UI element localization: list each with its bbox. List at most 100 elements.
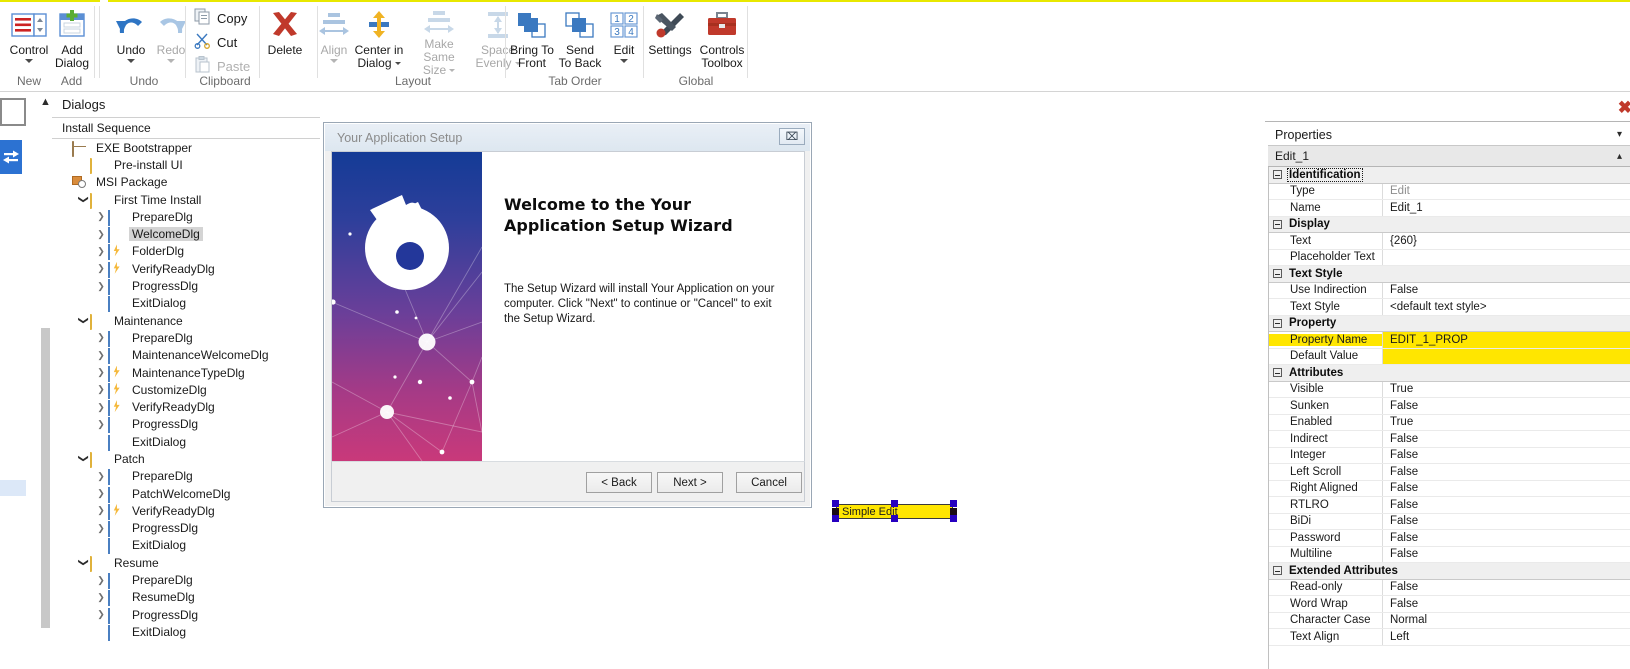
collapse-toggle-icon[interactable] — [1273, 566, 1282, 575]
property-value[interactable]: EDIT_1_PROP — [1382, 332, 1630, 348]
property-value[interactable] — [1382, 349, 1630, 365]
resize-handle-bottom-right[interactable] — [950, 515, 957, 522]
panel-left-scroll-column[interactable]: ▲ — [38, 92, 52, 669]
property-category-identification[interactable]: Identification — [1269, 167, 1630, 184]
copy-button[interactable]: Copy — [192, 6, 247, 30]
property-value[interactable]: {260} — [1382, 233, 1630, 249]
tree-item-resumedlg[interactable]: ❯ResumeDlg — [52, 589, 320, 606]
resize-handle-middle-right[interactable] — [950, 508, 957, 515]
tree-item-customizedlg[interactable]: ❯CustomizeDlg — [52, 381, 320, 398]
tab-order-edit-button[interactable]: 1 2 3 4 Edit — [604, 6, 644, 74]
tree-item-preparedlg[interactable]: ❯PrepareDlg — [52, 329, 320, 346]
chevron-right-icon[interactable]: ❯ — [94, 523, 108, 534]
properties-selected-object[interactable]: Edit_1 ▴ — [1268, 146, 1630, 167]
property-row[interactable]: Text AlignLeft — [1269, 629, 1630, 646]
property-row[interactable]: BiDiFalse — [1269, 514, 1630, 531]
property-row[interactable]: Character CaseNormal — [1269, 613, 1630, 630]
property-category-text-style[interactable]: Text Style — [1269, 266, 1630, 283]
properties-grid[interactable]: IdentificationTypeEditNameEdit_1DisplayT… — [1268, 167, 1630, 669]
tree-item-patchwelcomedlg[interactable]: ❯PatchWelcomeDlg — [52, 485, 320, 502]
property-value[interactable]: True — [1382, 415, 1630, 431]
add-dialog-button[interactable]: Add Dialog — [43, 6, 101, 74]
chevron-right-icon[interactable]: ❯ — [94, 471, 108, 482]
chevron-right-icon[interactable]: ❯ — [94, 367, 108, 378]
tree-item-exitdialog[interactable]: ExitDialog — [52, 537, 320, 554]
property-value[interactable]: False — [1382, 514, 1630, 530]
chevron-right-icon[interactable]: ❯ — [94, 402, 108, 413]
collapse-toggle-icon[interactable] — [1273, 220, 1282, 229]
resize-handle-top-center[interactable] — [891, 500, 898, 507]
chevron-right-icon[interactable]: ❯ — [94, 488, 108, 499]
setup-dialog-preview[interactable]: Your Application Setup ⌧ — [323, 122, 812, 508]
property-row[interactable]: Word WrapFalse — [1269, 596, 1630, 613]
close-icon[interactable]: ✖ — [1618, 98, 1630, 118]
cancel-button[interactable]: Cancel — [736, 472, 802, 493]
tree-item-preparedlg[interactable]: ❯PrepareDlg — [52, 571, 320, 588]
property-value[interactable]: False — [1382, 398, 1630, 414]
property-value[interactable]: False — [1382, 596, 1630, 612]
tree-item-maintenance[interactable]: ❯Maintenance — [52, 312, 320, 329]
chevron-right-icon[interactable]: ❯ — [94, 332, 108, 343]
tree-item-progressdlg[interactable]: ❯ProgressDlg — [52, 416, 320, 433]
chevron-right-icon[interactable]: ❯ — [94, 246, 108, 257]
property-row[interactable]: Left ScrollFalse — [1269, 464, 1630, 481]
property-row[interactable]: MultilineFalse — [1269, 547, 1630, 564]
property-value[interactable]: False — [1382, 497, 1630, 513]
property-row[interactable]: IndirectFalse — [1269, 431, 1630, 448]
tree-item-resume[interactable]: ❯Resume — [52, 554, 320, 571]
chevron-right-icon[interactable]: ❯ — [94, 419, 108, 430]
chevron-down-icon[interactable] — [449, 69, 455, 72]
property-row[interactable]: IntegerFalse — [1269, 448, 1630, 465]
chevron-down-icon[interactable] — [620, 59, 628, 63]
collapse-toggle-icon[interactable] — [1273, 368, 1282, 377]
property-value[interactable]: False — [1382, 464, 1630, 480]
property-value[interactable]: Normal — [1382, 613, 1630, 629]
property-value[interactable]: False — [1382, 547, 1630, 563]
tree-item-patch[interactable]: ❯Patch — [52, 450, 320, 467]
center-in-dialog-button[interactable]: Center in Dialog — [350, 6, 408, 74]
property-row[interactable]: Read-onlyFalse — [1269, 580, 1630, 597]
tree-item-preparedlg[interactable]: ❯PrepareDlg — [52, 468, 320, 485]
tree-item-progressdlg[interactable]: ❯ProgressDlg — [52, 277, 320, 294]
chevron-down-icon[interactable] — [167, 59, 175, 63]
property-row[interactable]: Placeholder Text — [1269, 250, 1630, 267]
chevron-down-icon[interactable]: ❯ — [78, 556, 89, 570]
property-value[interactable]: False — [1382, 580, 1630, 596]
property-row[interactable]: Text{260} — [1269, 233, 1630, 250]
tree-item-maintenancetypedlg[interactable]: ❯MaintenanceTypeDlg — [52, 364, 320, 381]
property-row[interactable]: Right AlignedFalse — [1269, 481, 1630, 498]
property-value[interactable] — [1382, 250, 1630, 266]
property-row[interactable]: TypeEdit — [1269, 184, 1630, 201]
controls-toolbox-button[interactable]: Controls Toolbox — [696, 6, 748, 74]
property-value[interactable]: <default text style> — [1382, 299, 1630, 315]
chevron-down-icon[interactable] — [330, 59, 338, 63]
property-value[interactable]: Edit — [1382, 184, 1630, 200]
resize-handle-top-left[interactable] — [832, 500, 839, 507]
chevron-right-icon[interactable]: ❯ — [94, 384, 108, 395]
collapse-toggle-icon[interactable] — [1273, 319, 1282, 328]
settings-button[interactable]: Settings — [644, 6, 696, 74]
chevron-down-icon[interactable] — [395, 62, 401, 65]
property-row[interactable]: Default Value — [1269, 349, 1630, 366]
make-same-size-button[interactable]: Make Same Size — [408, 6, 470, 74]
property-row[interactable]: NameEdit_1 — [1269, 200, 1630, 217]
resize-handle-bottom-center[interactable] — [891, 515, 898, 522]
scroll-up-chevron-icon[interactable]: ▲ — [40, 96, 51, 108]
property-value[interactable]: False — [1382, 448, 1630, 464]
tree-item-folderdlg[interactable]: ❯FolderDlg — [52, 243, 320, 260]
property-row[interactable]: RTLROFalse — [1269, 497, 1630, 514]
chevron-right-icon[interactable]: ❯ — [94, 575, 108, 586]
swap-arrows-button[interactable] — [0, 140, 22, 174]
close-icon[interactable]: ⌧ — [779, 128, 805, 145]
chevron-right-icon[interactable]: ❯ — [94, 281, 108, 292]
property-value[interactable]: False — [1382, 481, 1630, 497]
chevron-down-icon[interactable] — [127, 59, 135, 63]
property-category-property[interactable]: Property — [1269, 316, 1630, 333]
property-row[interactable]: PasswordFalse — [1269, 530, 1630, 547]
chevron-right-icon[interactable]: ❯ — [94, 263, 108, 274]
property-row[interactable]: Property NameEDIT_1_PROP — [1269, 332, 1630, 349]
chevron-up-icon[interactable]: ▴ — [1617, 151, 1622, 162]
next-button[interactable]: Next > — [657, 472, 723, 493]
tree-item-verifyreadydlg[interactable]: ❯VerifyReadyDlg — [52, 398, 320, 415]
property-row[interactable]: VisibleTrue — [1269, 382, 1630, 399]
